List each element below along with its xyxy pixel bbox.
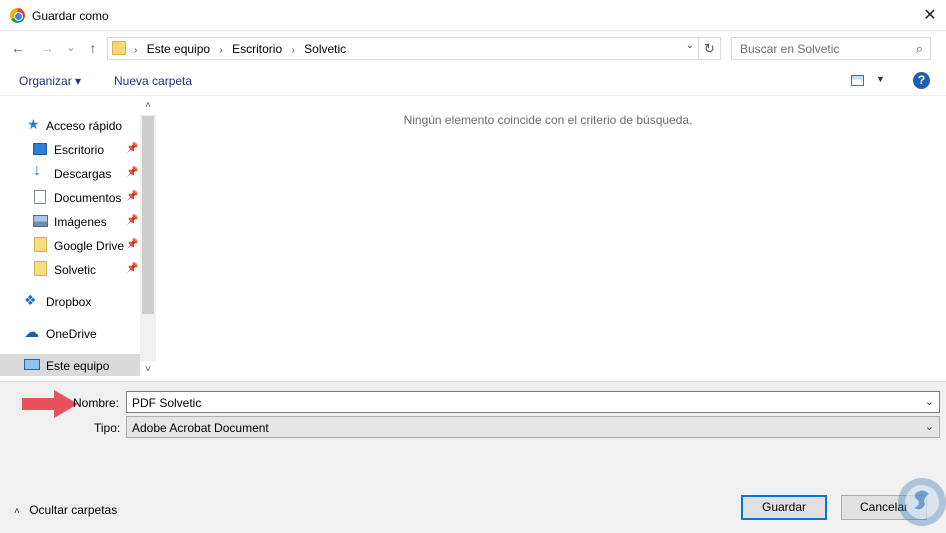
breadcrumb: › Este equipo › Escritorio › Solvetic [134,42,352,56]
sidebar-item-dropbox[interactable]: ❖ Dropbox [0,290,140,312]
address-bar[interactable]: › Este equipo › Escritorio › Solvetic ⌄ … [107,37,721,60]
documents-icon [34,190,46,204]
folder-icon [112,41,126,55]
scroll-up-button[interactable]: ˄ [140,97,156,115]
save-button[interactable]: Guardar [741,495,827,520]
sidebar-item-label: Escritorio [54,143,105,157]
navigation-bar: ← → ⌄ ↑ › Este equipo › Escritorio › Sol… [0,33,946,63]
chevron-down-icon[interactable]: ⌄ [686,40,694,51]
cloud-icon: ☁ [24,324,39,341]
navigation-pane: ★ Acceso rápido Escritorio 📌 ↓ Descargas… [0,97,156,379]
file-name-field[interactable]: PDF Solvetic ⌄ [126,391,940,413]
star-icon: ★ [27,116,40,132]
solvetic-logo [898,478,946,526]
sidebar-item-label: Google Drive [54,239,125,253]
sidebar-item-escritorio[interactable]: Escritorio 📌 [0,138,140,160]
search-box[interactable]: Buscar en Solvetic ⌕ [731,37,931,60]
window-title: Guardar como [32,9,109,23]
up-button[interactable]: ↑ [84,37,102,59]
pin-icon[interactable]: 📌 [126,239,138,250]
pin-icon[interactable]: 📌 [126,263,138,274]
recent-locations-button[interactable]: ⌄ [64,37,78,59]
empty-message: Ningún elemento coincide con el criterio… [403,113,693,127]
breadcrumb-solvetic[interactable]: Solvetic [304,42,346,56]
sidebar-item-label: Documentos [54,191,122,205]
sidebar-item-label: Imágenes [54,215,107,229]
breadcrumb-separator: › [291,45,295,56]
pin-icon[interactable]: 📌 [126,215,138,226]
sidebar-item-imagenes[interactable]: Imágenes 📌 [0,210,140,232]
chrome-icon [10,8,25,23]
sidebar-item-onedrive[interactable]: ☁ OneDrive [0,322,140,344]
forward-button[interactable]: → [38,37,56,59]
sidebar-item-este-equipo[interactable]: Este equipo [0,354,140,376]
save-panel: Nombre: PDF Solvetic ⌄ Tipo: Adobe Acrob… [0,381,946,533]
sidebar-item-quick-access[interactable]: ★ Acceso rápido [0,114,140,136]
breadcrumb-este-equipo[interactable]: Este equipo [147,42,210,56]
file-name-input[interactable]: PDF Solvetic [132,396,201,410]
file-list[interactable]: Ningún elemento coincide con el criterio… [158,97,946,379]
sidebar-item-descargas[interactable]: ↓ Descargas 📌 [0,162,140,184]
chevron-down-icon[interactable]: ⌄ [925,420,934,433]
view-dropdown-button[interactable]: ▼ [876,74,885,84]
folder-icon [34,237,47,252]
sidebar-item-label: OneDrive [46,327,97,341]
pin-icon[interactable]: 📌 [126,143,138,154]
back-button[interactable]: ← [9,37,27,59]
sidebar-item-google-drive[interactable]: Google Drive 📌 [0,234,140,256]
pin-icon[interactable]: 📌 [126,191,138,202]
search-icon[interactable]: ⌕ [916,41,923,57]
sidebar-item-documentos[interactable]: Documentos 📌 [0,186,140,208]
search-input[interactable]: Buscar en Solvetic [740,42,839,56]
download-icon: ↓ [33,162,41,179]
file-type-select[interactable]: Adobe Acrobat Document ⌄ [126,416,940,438]
computer-icon [24,359,40,370]
type-label: Tipo: [94,421,121,435]
sidebar-item-label: Solvetic [54,263,97,277]
new-folder-button[interactable]: Nueva carpeta [114,74,192,88]
refresh-button[interactable]: ↻ [698,38,720,59]
breadcrumb-separator: › [219,45,223,56]
dropbox-icon: ❖ [24,292,37,308]
name-label: Nombre: [73,396,120,410]
chevron-down-icon[interactable]: ⌄ [925,395,934,408]
command-bar: Organizar ▾ Nueva carpeta ▼ ? [0,66,946,96]
sidebar-item-label: Dropbox [46,295,92,309]
pictures-icon [33,215,48,227]
breadcrumb-escritorio[interactable]: Escritorio [232,42,282,56]
breadcrumb-separator: › [134,45,138,56]
red-arrow-icon [22,390,78,418]
scroll-down-button[interactable]: ˅ [140,361,156,379]
sidebar-item-label: Este equipo [46,359,110,373]
hide-folders-label: Ocultar carpetas [29,503,118,517]
sidebar-item-label: Acceso rápido [46,119,123,133]
folder-icon [34,261,47,276]
hide-folders-button[interactable]: ˄ Ocultar carpetas [14,503,117,517]
view-icon[interactable] [851,75,864,86]
pin-icon[interactable]: 📌 [126,167,138,178]
organize-button[interactable]: Organizar ▾ [19,74,81,88]
sidebar-scrollbar-thumb[interactable] [142,116,154,314]
title-bar: Guardar como ✕ [0,0,946,31]
chevron-up-icon: ˄ [14,506,20,517]
help-button[interactable]: ? [913,72,930,89]
sidebar-item-label: Descargas [54,167,112,181]
close-button[interactable]: ✕ [914,0,946,31]
file-type-value: Adobe Acrobat Document [132,421,269,435]
sidebar-item-solvetic[interactable]: Solvetic 📌 [0,258,140,280]
desktop-icon [33,143,47,155]
